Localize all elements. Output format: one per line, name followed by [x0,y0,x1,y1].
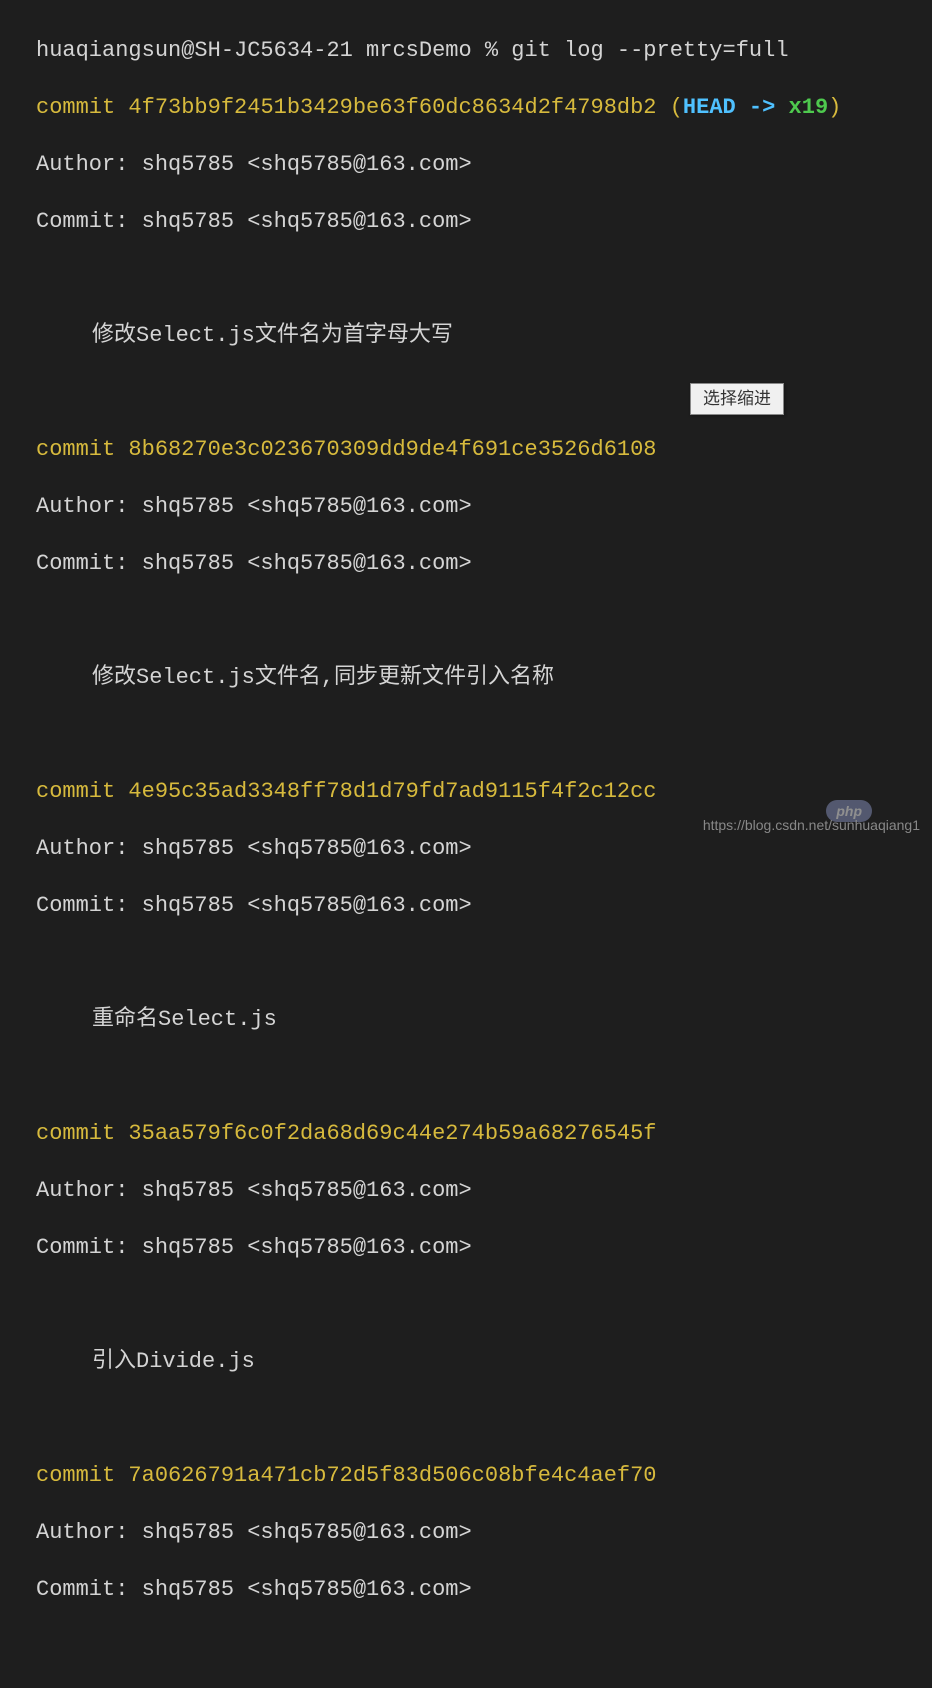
blank-line [36,721,932,749]
author-line: Author: shq5785 <shq5785@163.com> [36,1177,932,1206]
commit-message: 引入Divide.js [36,1348,932,1377]
commit-entry: commit 4f73bb9f2451b3429be63f60dc8634d2f… [36,94,932,123]
commit-entry: commit 4e95c35ad3348ff78d1d79fd7ad9115f4… [36,778,932,807]
blank-line [36,1633,932,1661]
commit-hash-line: commit 7a0626791a471cb72d5f83d506c08bfe4… [36,1463,657,1488]
committer-line: Commit: shq5785 <shq5785@163.com> [36,550,932,579]
blank-line [36,265,932,293]
head-ref: HEAD -> [683,95,789,120]
author-line: Author: shq5785 <shq5785@163.com> [36,151,932,180]
commit-message: 重命名Select.js [36,1006,932,1035]
prompt-line: huaqiangsun@SH-JC5634-21 mrcsDemo % git … [36,37,932,66]
commit-entry: commit 8b68270e3c023670309dd9de4f691ce35… [36,436,932,465]
author-line: Author: shq5785 <shq5785@163.com> [36,835,932,864]
committer-line: Commit: shq5785 <shq5785@163.com> [36,208,932,237]
commit-entry: commit 7a0626791a471cb72d5f83d506c08bfe4… [36,1462,932,1491]
blank-line [36,1291,932,1319]
committer-line: Commit: shq5785 <shq5785@163.com> [36,892,932,921]
csdn-watermark: https://blog.csdn.net/sunhuaqiang1 [703,816,920,834]
ref-paren-close: ) [828,95,841,120]
commit-message: 修改Select.js文件名,同步更新文件引入名称 [36,664,932,693]
commit-entry: commit 35aa579f6c0f2da68d69c44e274b59a68… [36,1120,932,1149]
author-line: Author: shq5785 <shq5785@163.com> [36,493,932,522]
indent-tooltip[interactable]: 选择缩进 [690,383,784,415]
commit-hash-line: commit 4e95c35ad3348ff78d1d79fd7ad9115f4… [36,779,657,804]
committer-line: Commit: shq5785 <shq5785@163.com> [36,1234,932,1263]
blank-line [36,1405,932,1433]
blank-line [36,1063,932,1091]
commit-hash-line: commit 8b68270e3c023670309dd9de4f691ce35… [36,437,657,462]
commit-hash-line: commit 4f73bb9f2451b3429be63f60dc8634d2f… [36,95,657,120]
author-line: Author: shq5785 <shq5785@163.com> [36,1519,932,1548]
blank-line [36,607,932,635]
commit-hash-line: commit 35aa579f6c0f2da68d69c44e274b59a68… [36,1121,657,1146]
commit-message: 修改Select.js文件名为首字母大写 [36,322,932,351]
ref-paren-open: ( [657,95,683,120]
blank-line [36,379,932,407]
blank-line [36,949,932,977]
committer-line: Commit: shq5785 <shq5785@163.com> [36,1576,932,1605]
branch-name: x19 [789,95,829,120]
terminal-output[interactable]: huaqiangsun@SH-JC5634-21 mrcsDemo % git … [36,8,932,1688]
